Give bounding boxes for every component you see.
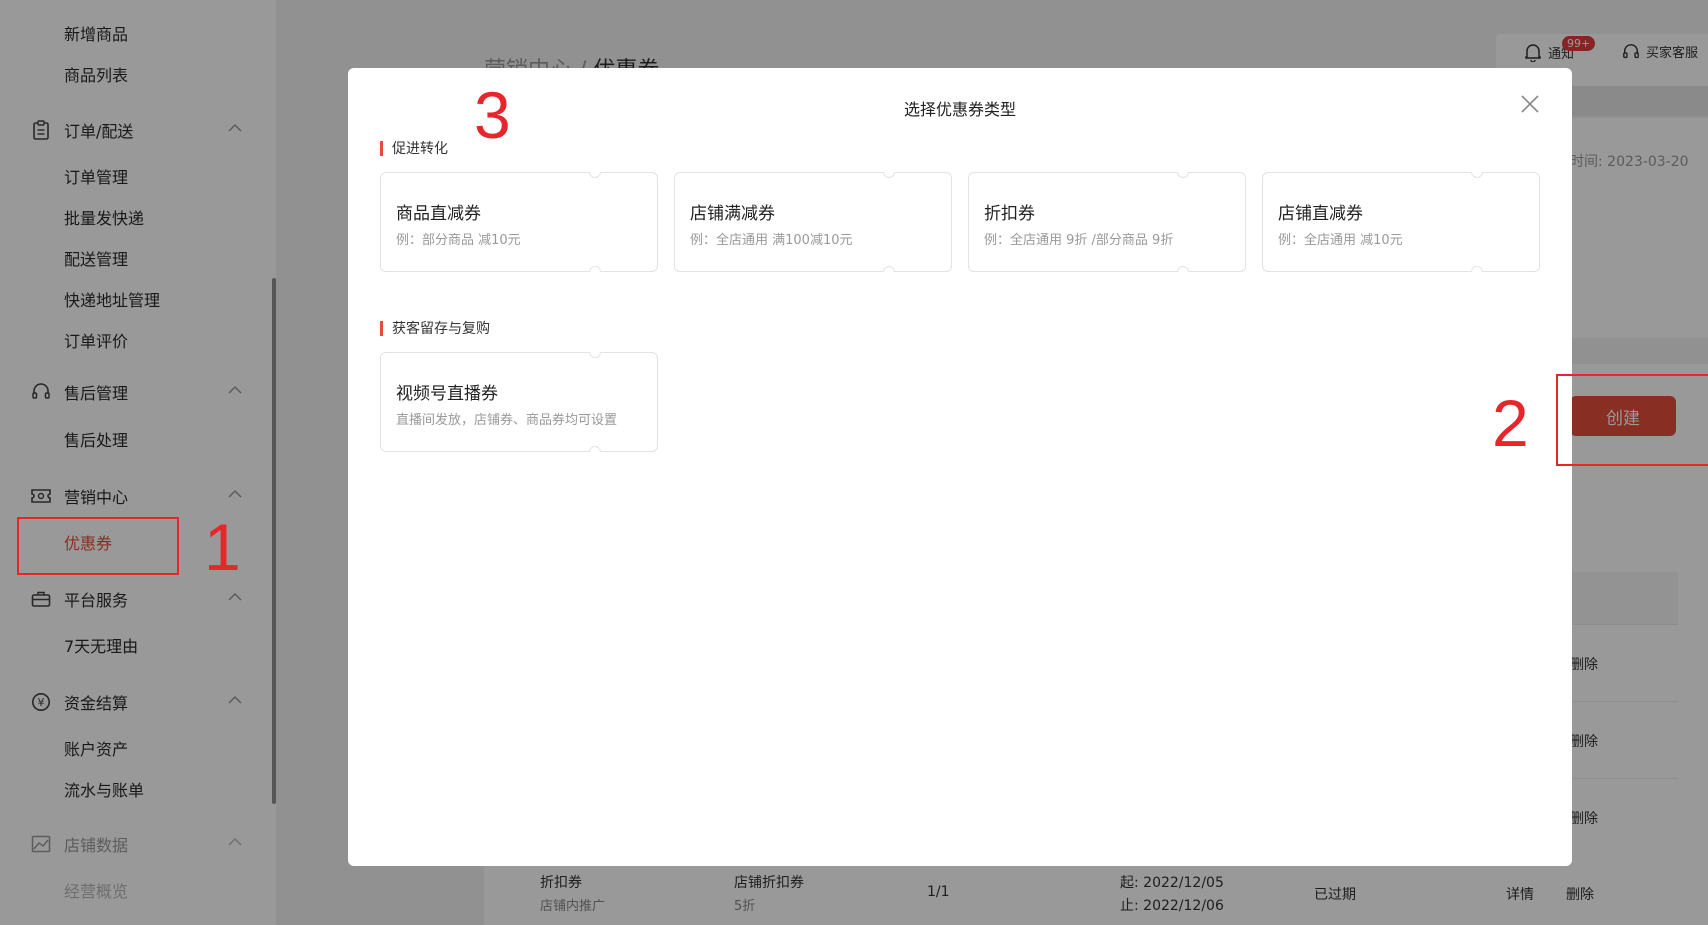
card-desc: 例：全店通用 9折 /部分商品 9折 <box>984 233 1174 248</box>
section-title-retention: 获客留存与复购 <box>380 318 490 338</box>
card-desc: 直播间发放，店铺券、商品券均可设置 <box>396 413 618 428</box>
annotation-number-3: 3 <box>474 78 511 152</box>
section-title-text: 促进转化 <box>392 141 448 157</box>
annotation-box-coupon <box>17 517 179 575</box>
card-title: 折扣券 <box>984 204 1035 224</box>
card-title: 视频号直播券 <box>396 384 498 404</box>
card-notch <box>589 446 601 452</box>
card-notch <box>1177 266 1189 272</box>
card-title: 店铺直减券 <box>1278 204 1363 224</box>
section-accent-bar <box>380 320 383 336</box>
coupon-type-card-store-direct[interactable]: 店铺直减券 例：全店通用 减10元 <box>1262 172 1540 272</box>
card-notch <box>589 266 601 272</box>
section-title-conversion: 促进转化 <box>380 138 448 158</box>
card-notch <box>1471 172 1483 178</box>
annotation-box-create <box>1556 374 1708 466</box>
coupon-type-card-discount[interactable]: 折扣券 例：全店通用 9折 /部分商品 9折 <box>968 172 1246 272</box>
card-notch <box>589 172 601 178</box>
annotation-number-1: 1 <box>204 510 241 584</box>
coupon-type-dialog: 选择优惠券类型 促进转化 商品直减券 例：部分商品 减10元 店铺满减券 例：全… <box>348 68 1572 866</box>
annotation-number-2: 2 <box>1492 386 1529 460</box>
coupon-type-card-store-full-reduction[interactable]: 店铺满减券 例：全店通用 满100减10元 <box>674 172 952 272</box>
dialog-title: 选择优惠券类型 <box>903 100 1016 119</box>
card-title: 店铺满减券 <box>690 204 775 224</box>
card-notch <box>1177 172 1189 178</box>
close-icon[interactable] <box>1518 92 1542 116</box>
card-desc: 例：部分商品 减10元 <box>396 233 521 248</box>
card-notch <box>589 352 601 358</box>
section-accent-bar <box>380 140 383 156</box>
card-desc: 例：全店通用 满100减10元 <box>690 233 853 248</box>
coupon-type-card-live-stream[interactable]: 视频号直播券 直播间发放，店铺券、商品券均可设置 <box>380 352 658 452</box>
card-notch <box>883 172 895 178</box>
section-title-text: 获客留存与复购 <box>392 321 490 337</box>
card-notch <box>883 266 895 272</box>
coupon-type-card-product-direct[interactable]: 商品直减券 例：部分商品 减10元 <box>380 172 658 272</box>
card-notch <box>1471 266 1483 272</box>
card-desc: 例：全店通用 减10元 <box>1278 233 1403 248</box>
card-title: 商品直减券 <box>396 204 481 224</box>
